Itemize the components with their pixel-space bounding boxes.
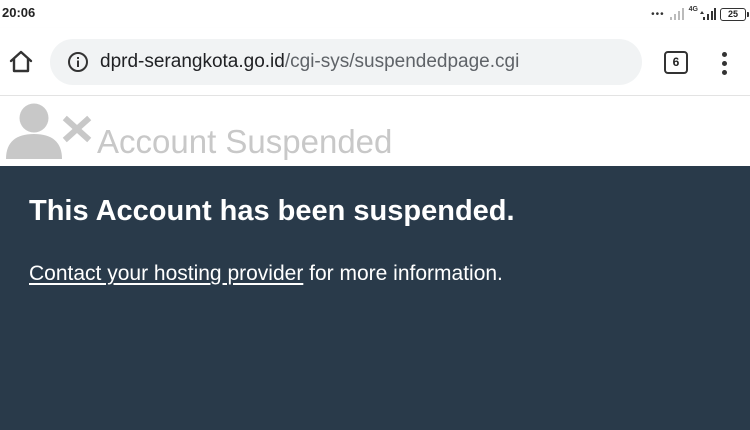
info-suffix: for more information. bbox=[303, 262, 503, 285]
user-x-icon bbox=[6, 103, 92, 159]
suspended-message-panel: This Account has been suspended. Contact… bbox=[0, 166, 750, 430]
tab-switcher-button[interactable]: 6 bbox=[664, 51, 688, 74]
url-text[interactable]: dprd-serangkota.go.id/cgi-sys/suspendedp… bbox=[100, 51, 519, 73]
home-icon bbox=[9, 50, 33, 73]
home-button[interactable] bbox=[6, 47, 36, 77]
signal-strength-icon bbox=[698, 8, 716, 20]
url-domain: dprd-serangkota.go.id bbox=[100, 51, 285, 72]
url-path: /cgi-sys/suspendedpage.cgi bbox=[284, 51, 520, 72]
browser-toolbar: dprd-serangkota.go.id/cgi-sys/suspendedp… bbox=[0, 28, 750, 96]
status-bar: 20:06 ••• 4G 25 bbox=[0, 0, 750, 28]
suspended-title: This Account has been suspended. bbox=[29, 195, 515, 227]
url-bar[interactable]: dprd-serangkota.go.id/cgi-sys/suspendedp… bbox=[50, 39, 642, 85]
tab-count: 6 bbox=[672, 55, 680, 69]
page-header: Account Suspended bbox=[0, 96, 750, 166]
signal-empty-icon bbox=[669, 8, 685, 20]
battery-level: 25 bbox=[727, 8, 738, 19]
more-vert-icon[interactable] bbox=[712, 48, 736, 78]
page-heading: Account Suspended bbox=[97, 123, 393, 160]
info-line: Contact your hosting provider for more i… bbox=[29, 262, 503, 286]
network-type-label: 4G bbox=[688, 5, 698, 13]
status-time: 20:06 bbox=[2, 5, 36, 20]
info-icon[interactable] bbox=[66, 50, 90, 74]
notification-dots-icon: ••• bbox=[651, 8, 665, 20]
contact-provider-link[interactable]: Contact your hosting provider bbox=[29, 262, 303, 285]
status-indicators: ••• 4G 25 bbox=[651, 5, 749, 23]
battery-icon: 25 bbox=[720, 7, 749, 21]
